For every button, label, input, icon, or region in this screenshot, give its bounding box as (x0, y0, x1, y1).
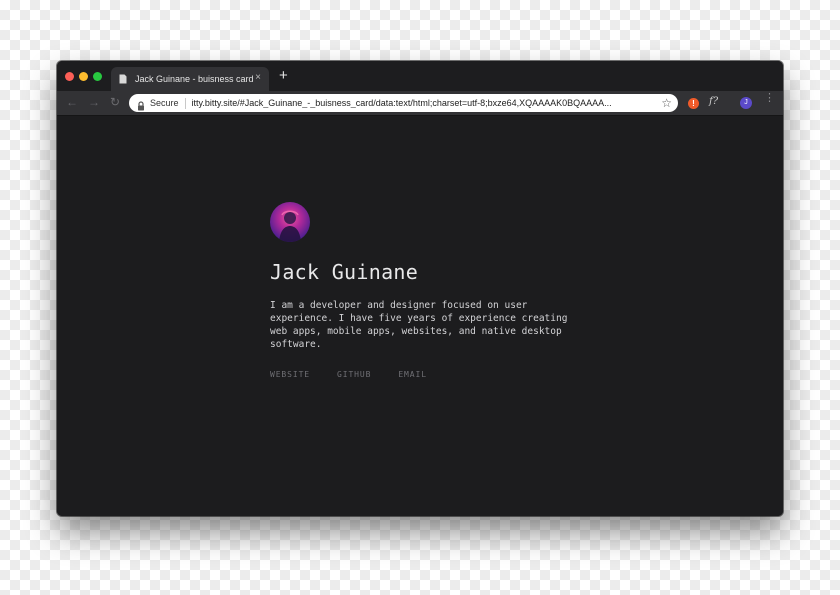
website-link[interactable]: WEBSITE (270, 370, 310, 379)
address-bar[interactable]: Secure itty.bitty.site/#Jack_Guinane_-_b… (129, 94, 678, 112)
back-icon[interactable]: ← (66, 95, 78, 109)
security-label: Secure (150, 98, 179, 108)
menu-icon[interactable]: ⋮ (764, 93, 775, 104)
profile-links: WEBSITE GITHUB EMAIL (270, 370, 600, 379)
browser-window: Jack Guinane - buisness card × + ← → ↻ S… (57, 61, 783, 516)
reload-icon[interactable]: ↻ (110, 95, 120, 109)
document-icon (119, 74, 127, 84)
lock-icon (137, 98, 145, 111)
profile-name: Jack Guinane (270, 260, 419, 284)
tab-strip: Jack Guinane - buisness card × + (57, 61, 783, 91)
url-text[interactable]: itty.bitty.site/#Jack_Guinane_-_buisness… (192, 98, 647, 108)
bookmark-star-icon[interactable]: ☆ (661, 96, 672, 110)
github-link[interactable]: GITHUB (337, 370, 371, 379)
profile-bio: I am a developer and designer focused on… (270, 300, 568, 350)
extension-alert-icon[interactable]: ! (688, 98, 699, 109)
minimize-window-button[interactable] (79, 72, 88, 81)
close-tab-icon[interactable]: × (255, 73, 261, 83)
url-divider (184, 97, 186, 109)
tab-active[interactable]: Jack Guinane - buisness card × (111, 67, 269, 91)
email-link[interactable]: EMAIL (398, 370, 427, 379)
avatar (270, 202, 310, 242)
browser-toolbar: ← → ↻ Secure itty.bitty.site/#Jack_Guina… (57, 91, 783, 116)
close-window-button[interactable] (65, 72, 74, 81)
tab-title: Jack Guinane - buisness card (135, 74, 254, 84)
profile-avatar[interactable]: J (740, 97, 752, 109)
maximize-window-button[interactable] (93, 72, 102, 81)
business-card: Jack Guinane I am a developer and design… (270, 202, 600, 379)
new-tab-button[interactable]: + (279, 68, 288, 83)
extension-fx-icon[interactable]: f? (709, 96, 718, 107)
forward-icon[interactable]: → (88, 95, 100, 109)
page-content: Jack Guinane I am a developer and design… (57, 116, 783, 516)
